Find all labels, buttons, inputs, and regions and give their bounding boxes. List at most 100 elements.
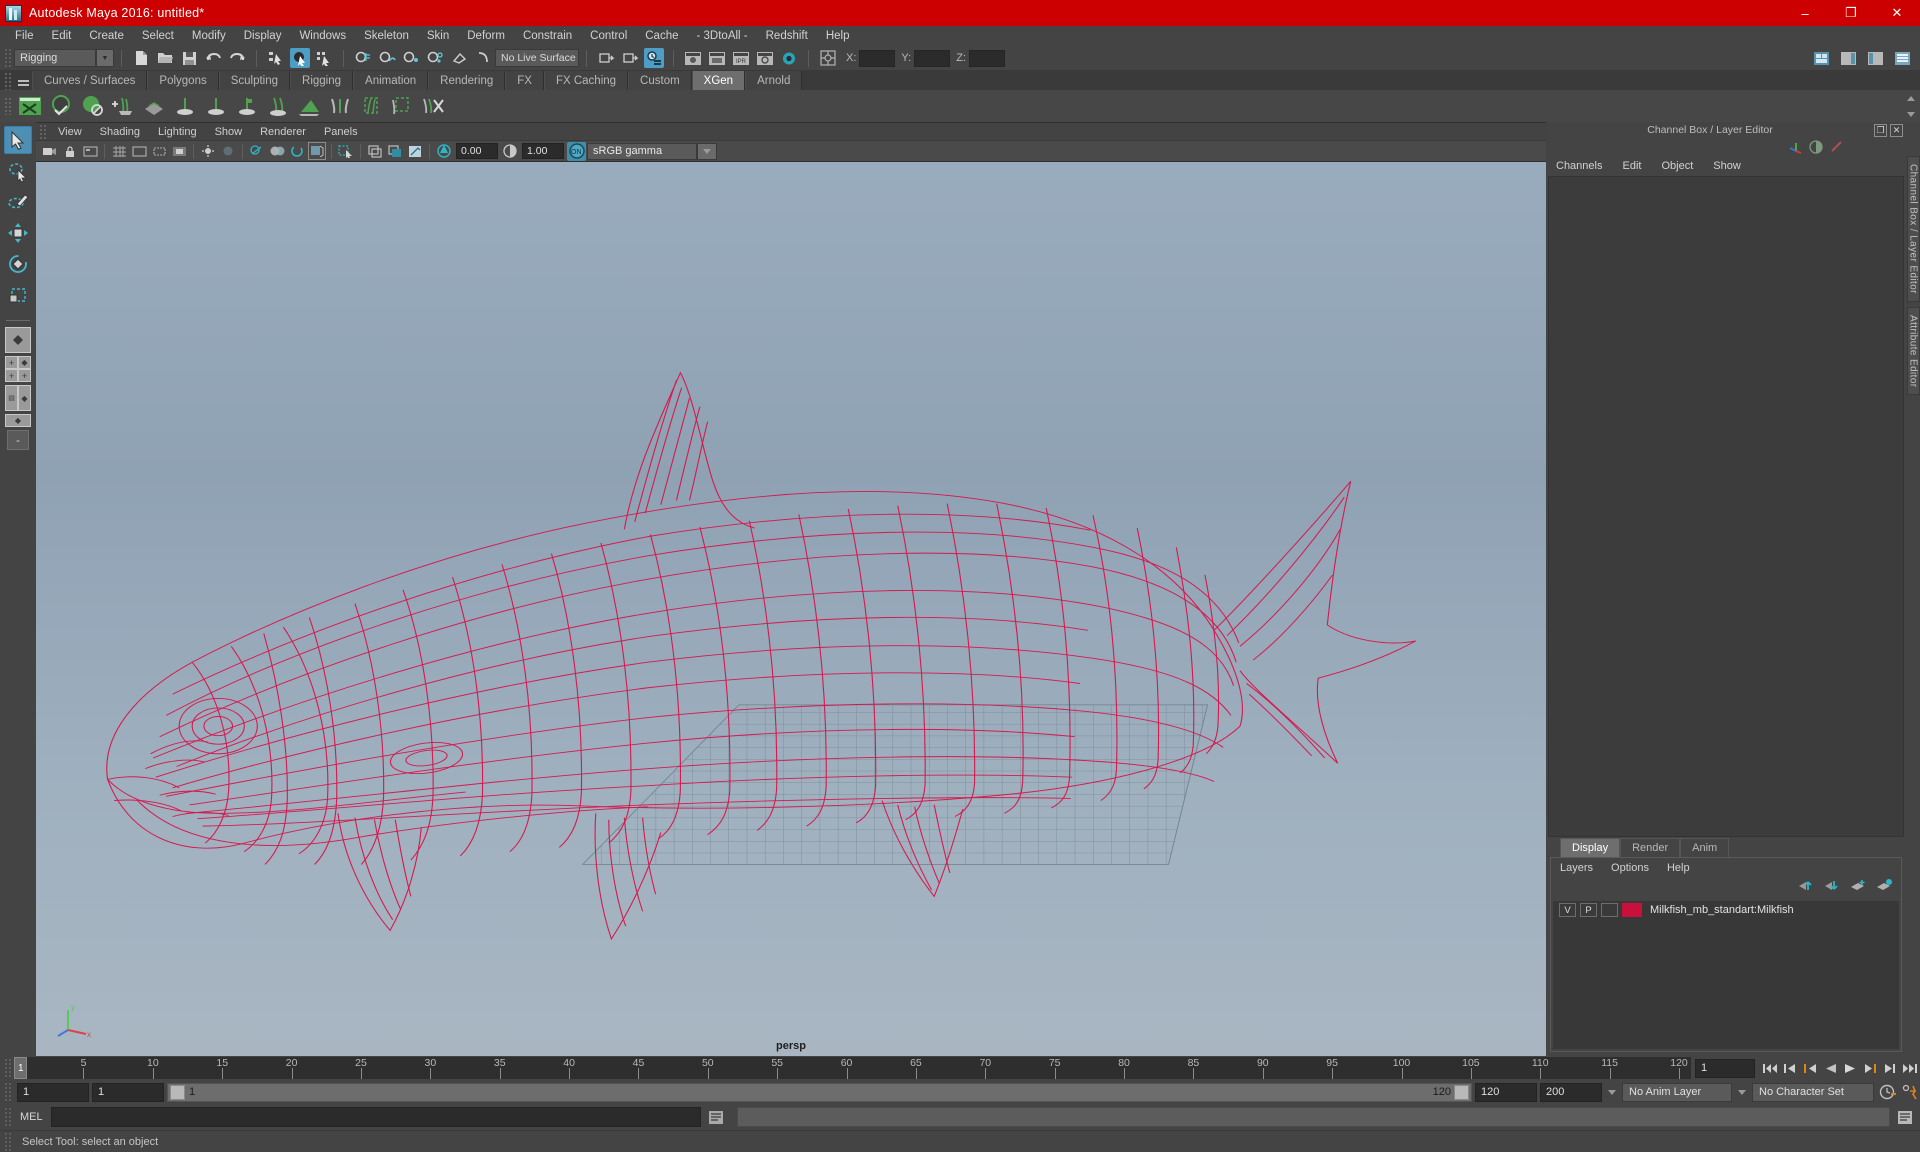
layer-menu-help[interactable]: Help	[1658, 862, 1699, 874]
xgen-clump-icon[interactable]	[355, 92, 386, 120]
shelf-tab-xgen[interactable]: XGen	[691, 71, 746, 90]
xgen-region-icon[interactable]	[386, 92, 417, 120]
exposure-toggle-icon[interactable]	[199, 142, 217, 160]
select-camera-icon[interactable]	[41, 142, 59, 160]
lasso-select-tool[interactable]	[4, 157, 32, 185]
menu-constrain[interactable]: Constrain	[514, 28, 581, 44]
range-slider-track[interactable]: 1 120	[167, 1082, 1472, 1102]
new-layer-icon[interactable]	[1850, 879, 1867, 897]
panel-undock-button[interactable]: ❐	[1874, 123, 1887, 137]
menu-skin[interactable]: Skin	[418, 28, 458, 44]
viewport-menu-shading[interactable]: Shading	[91, 126, 149, 138]
tab-render[interactable]: Render	[1620, 838, 1681, 857]
show-hide-channel-box-icon[interactable]	[1892, 48, 1912, 68]
show-hide-modeling-toolkit-icon[interactable]	[1811, 48, 1831, 68]
render-current-frame-icon[interactable]	[683, 48, 703, 68]
gamma-icon[interactable]	[501, 142, 519, 160]
go-to-end-icon[interactable]	[1900, 1058, 1920, 1078]
layer-menu-layers[interactable]: Layers	[1551, 862, 1602, 874]
maximize-button[interactable]: ❐	[1828, 0, 1874, 26]
show-hide-attribute-editor-icon[interactable]	[1838, 48, 1858, 68]
output-connections-icon[interactable]	[620, 48, 640, 68]
command-line-grip[interactable]	[4, 1107, 11, 1127]
xgen-mask-icon[interactable]	[138, 92, 169, 120]
layer-shading-toggle[interactable]	[1601, 903, 1618, 917]
shelf-row-grip[interactable]	[4, 97, 11, 115]
viewport-menu-view[interactable]: View	[49, 126, 91, 138]
xgen-groom-plant-icon[interactable]	[169, 92, 200, 120]
viewport-grip[interactable]	[39, 123, 46, 140]
select-tool[interactable]	[4, 126, 32, 154]
xgen-select-region-icon[interactable]	[417, 92, 448, 120]
viewport-menu-lighting[interactable]: Lighting	[149, 126, 206, 138]
viewport-menu-renderer[interactable]: Renderer	[251, 126, 315, 138]
xgen-groom-comb-icon[interactable]	[293, 92, 324, 120]
lock-camera-icon[interactable]	[61, 142, 79, 160]
camera-attributes-icon[interactable]	[81, 142, 99, 160]
menu-deform[interactable]: Deform	[458, 28, 514, 44]
anim-start-time-field[interactable]: 1	[17, 1082, 89, 1102]
save-scene-icon[interactable]	[179, 48, 199, 68]
shelf-tab-curves-surfaces[interactable]: Curves / Surfaces	[32, 71, 148, 90]
center-pivot-icon[interactable]	[818, 48, 838, 68]
range-start-handle[interactable]	[170, 1084, 185, 1100]
play-backwards-icon[interactable]	[1820, 1058, 1840, 1078]
shelf-scroll-controls[interactable]	[1904, 90, 1918, 122]
animation-preferences-icon[interactable]	[1900, 1082, 1920, 1102]
screen-space-ao-icon[interactable]	[386, 142, 404, 160]
menu-cache[interactable]: Cache	[636, 28, 687, 44]
status-line-grip[interactable]	[4, 48, 11, 68]
menu-set-selector[interactable]: Rigging	[14, 49, 96, 67]
viewport-menu-show[interactable]: Show	[206, 126, 252, 138]
snap-to-projected-center-icon[interactable]	[425, 48, 445, 68]
shelf-tab-rigging[interactable]: Rigging	[290, 71, 354, 90]
layer-playback-toggle[interactable]: P	[1580, 903, 1597, 917]
shelf-scroll-down-icon[interactable]	[1907, 111, 1915, 117]
snap-to-grid-icon[interactable]	[353, 48, 373, 68]
help-line-grip[interactable]	[4, 1131, 11, 1152]
vertical-tab-attribute-editor[interactable]: Attribute Editor	[1906, 306, 1920, 396]
minimize-button[interactable]: –	[1782, 0, 1828, 26]
gamma-value[interactable]: 1.00	[522, 143, 564, 159]
color-management-toggle-icon[interactable]: ON	[567, 141, 586, 161]
xray-joints-icon[interactable]	[268, 142, 286, 160]
redo-icon[interactable]	[227, 48, 247, 68]
time-slider-grip[interactable]	[4, 1058, 11, 1078]
range-start-time-field[interactable]: 1	[92, 1082, 164, 1102]
construction-history-icon[interactable]	[644, 48, 664, 68]
vertical-tab-channel-box[interactable]: Channel Box / Layer Editor	[1906, 156, 1920, 302]
exposure-icon[interactable]	[435, 142, 453, 160]
resolution-gate-icon[interactable]	[150, 142, 168, 160]
layout-outliner-persp-icon[interactable]: ▤ ◆	[5, 385, 31, 411]
play-forwards-icon[interactable]	[1840, 1058, 1860, 1078]
tab-display[interactable]: Display	[1560, 838, 1621, 857]
display-layer-icon[interactable]	[366, 142, 384, 160]
snap-to-curve-icon[interactable]	[377, 48, 397, 68]
step-forward-key-icon[interactable]	[1860, 1058, 1880, 1078]
xray-active-components-icon[interactable]	[288, 142, 306, 160]
layer-color-swatch[interactable]	[1622, 903, 1642, 917]
script-editor-icon[interactable]	[706, 1107, 726, 1127]
live-surface-field[interactable]: No Live Surface	[495, 49, 579, 67]
two-sided-lighting-icon[interactable]	[219, 142, 237, 160]
layer-visibility-toggle[interactable]: V	[1559, 903, 1576, 917]
coord-z-input[interactable]	[968, 49, 1005, 67]
channel-box-content[interactable]	[1548, 176, 1904, 837]
anim-layer-arrow[interactable]	[1735, 1083, 1749, 1102]
undo-icon[interactable]	[203, 48, 223, 68]
menu-modify[interactable]: Modify	[183, 28, 235, 44]
shelf-scroll-up-icon[interactable]	[1907, 95, 1915, 101]
panel-close-button[interactable]: ✕	[1890, 123, 1903, 137]
xgen-patch-icon[interactable]	[324, 92, 355, 120]
menu-3dtoall[interactable]: - 3DtoAll -	[688, 28, 757, 44]
menu-help[interactable]: Help	[817, 28, 859, 44]
menu-redshift[interactable]: Redshift	[757, 28, 817, 44]
xgen-editor-icon[interactable]	[14, 92, 45, 120]
menu-control[interactable]: Control	[581, 28, 636, 44]
step-back-key-icon[interactable]	[1800, 1058, 1820, 1078]
time-slider-track[interactable]: 1 5 10 15 20 25 30 35 40 45 50 55 60 65 70 75 80 85 90 95 1…	[14, 1057, 1691, 1079]
viewport-3d[interactable]: y x persp	[36, 162, 1546, 1056]
xgen-sphere-check-icon[interactable]	[45, 92, 76, 120]
render-sequence-icon[interactable]: IPR	[731, 48, 751, 68]
xgen-sphere-deny-icon[interactable]	[76, 92, 107, 120]
